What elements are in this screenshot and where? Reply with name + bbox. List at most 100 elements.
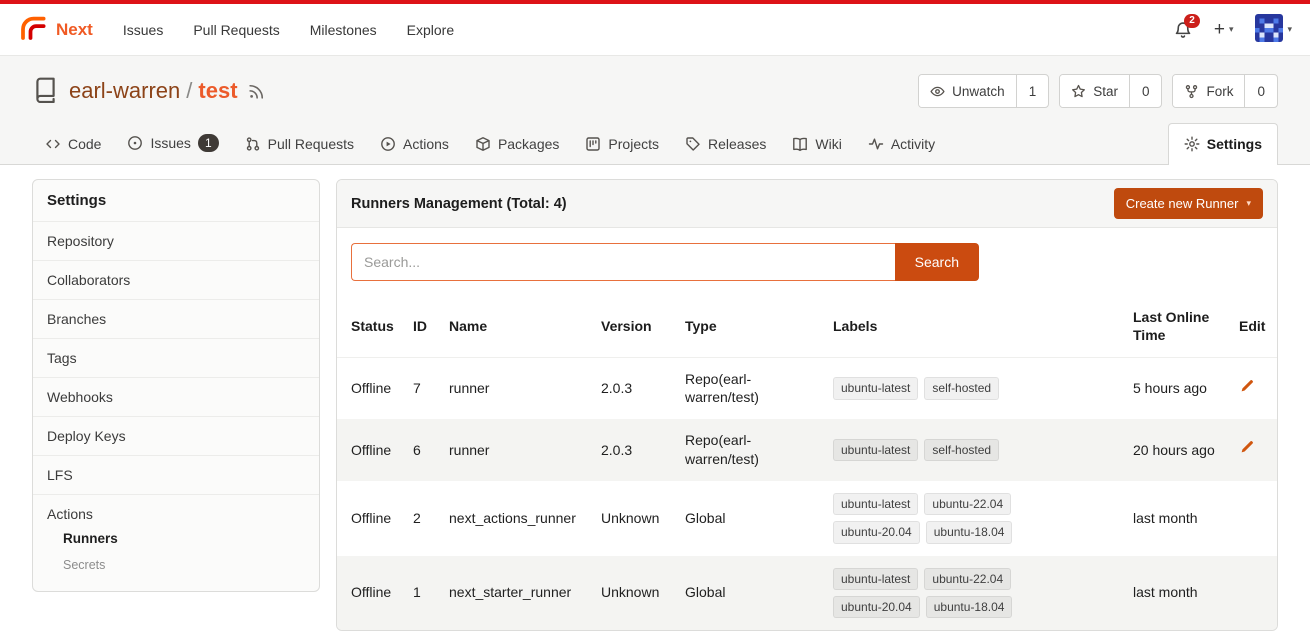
eye-icon <box>930 84 945 99</box>
sidebar-item-repository[interactable]: Repository <box>33 222 319 261</box>
runner-labels: ubuntu-latest self-hosted <box>833 377 1033 399</box>
edit-runner-button[interactable] <box>1239 440 1254 460</box>
col-edit: Edit <box>1231 296 1277 357</box>
repo-actions: Unwatch 1 Star 0 Fork 0 <box>918 74 1278 108</box>
tab-label: Wiki <box>815 136 841 152</box>
tab-label: Actions <box>403 136 449 152</box>
create-menu-button[interactable]: + ▾ <box>1214 20 1234 39</box>
runner-last-online: last month <box>1125 556 1231 630</box>
runner-labels: ubuntu-latest self-hosted <box>833 439 1033 461</box>
navbar-links: Issues Pull Requests Milestones Explore <box>123 22 454 38</box>
label-chip: self-hosted <box>924 377 999 399</box>
runner-status: Offline <box>337 419 405 481</box>
runner-labels: ubuntu-latest ubuntu-22.04 ubuntu-20.04 … <box>833 568 1033 618</box>
nav-issues-link[interactable]: Issues <box>123 22 163 38</box>
book-open-icon <box>792 136 808 152</box>
watchers-count[interactable]: 1 <box>1016 75 1049 107</box>
forks-count[interactable]: 0 <box>1244 75 1277 107</box>
table-row: Offline 7 runner 2.0.3 Repo(earl-warren/… <box>337 357 1277 419</box>
sidebar-item-lfs[interactable]: LFS <box>33 456 319 495</box>
tab-pull-requests[interactable]: Pull Requests <box>232 124 367 164</box>
user-menu-button[interactable]: ▾ <box>1255 14 1292 45</box>
star-button[interactable]: Star <box>1060 75 1129 107</box>
create-runner-button[interactable]: Create new Runner ▾ <box>1114 188 1263 219</box>
col-id: ID <box>405 296 441 357</box>
sidebar-item-secrets[interactable]: Secrets <box>63 553 305 577</box>
tab-label: Pull Requests <box>268 136 354 152</box>
home-link[interactable]: Next <box>18 13 93 46</box>
tab-issues[interactable]: Issues 1 <box>114 122 231 164</box>
tab-label: Activity <box>891 136 935 152</box>
sidebar-item-tags[interactable]: Tags <box>33 339 319 378</box>
nav-milestones-link[interactable]: Milestones <box>310 22 377 38</box>
repo-owner-link[interactable]: earl-warren <box>69 78 180 104</box>
code-icon <box>45 136 61 152</box>
tab-packages[interactable]: Packages <box>462 124 572 164</box>
sidebar-item-actions[interactable]: Actions <box>47 506 93 522</box>
unwatch-button[interactable]: Unwatch <box>919 75 1016 107</box>
sidebar-item-branches[interactable]: Branches <box>33 300 319 339</box>
tab-code[interactable]: Code <box>32 124 114 164</box>
fork-button[interactable]: Fork <box>1173 75 1244 107</box>
tab-actions[interactable]: Actions <box>367 124 462 164</box>
tab-settings[interactable]: Settings <box>1168 123 1278 165</box>
runner-last-online: 5 hours ago <box>1125 357 1231 419</box>
runner-status: Offline <box>337 357 405 419</box>
repo-header-section: earl-warren / test Unwatch 1 Star 0 <box>0 56 1310 165</box>
runner-name: runner <box>441 419 593 481</box>
runner-labels: ubuntu-latest ubuntu-22.04 ubuntu-20.04 … <box>833 493 1033 543</box>
edit-runner-button[interactable] <box>1239 379 1254 399</box>
rss-feed-icon[interactable] <box>248 83 265 100</box>
tab-label: Code <box>68 136 101 152</box>
page-content: Settings Repository Collaborators Branch… <box>0 165 1310 631</box>
label-chip: ubuntu-22.04 <box>924 493 1011 515</box>
runners-table: Status ID Name Version Type Labels Last … <box>337 296 1277 630</box>
nav-pull-requests-link[interactable]: Pull Requests <box>193 22 279 38</box>
runner-name: runner <box>441 357 593 419</box>
tab-activity[interactable]: Activity <box>855 124 948 164</box>
sidebar-item-collaborators[interactable]: Collaborators <box>33 261 319 300</box>
table-row: Offline 2 next_actions_runner Unknown Gl… <box>337 481 1277 555</box>
pull-request-icon <box>245 136 261 152</box>
label-chip: ubuntu-latest <box>833 493 918 515</box>
search-button[interactable]: Search <box>895 243 979 281</box>
runner-version: Unknown <box>593 556 677 630</box>
fork-icon <box>1184 84 1199 99</box>
search-row: Search <box>337 228 1277 296</box>
label-chip: ubuntu-20.04 <box>833 596 920 618</box>
sidebar-item-runners[interactable]: Runners <box>63 526 305 551</box>
label-chip: ubuntu-18.04 <box>926 521 1013 543</box>
unwatch-label: Unwatch <box>952 84 1005 99</box>
notifications-button[interactable]: 2 <box>1174 21 1192 39</box>
caret-down-icon: ▾ <box>1287 25 1292 34</box>
search-input[interactable] <box>351 243 895 281</box>
col-labels: Labels <box>825 296 1125 357</box>
col-last-online: Last Online Time <box>1125 296 1231 357</box>
repo-name-link[interactable]: test <box>198 78 237 104</box>
tab-wiki[interactable]: Wiki <box>779 124 854 164</box>
stars-count[interactable]: 0 <box>1129 75 1162 107</box>
table-row: Offline 6 runner 2.0.3 Repo(earl-warren/… <box>337 419 1277 481</box>
nav-explore-link[interactable]: Explore <box>407 22 454 38</box>
avatar <box>1255 14 1283 45</box>
col-type: Type <box>677 296 825 357</box>
sidebar-section-actions: Actions Runners Secrets <box>33 495 319 591</box>
runner-type: Global <box>677 556 825 630</box>
sidebar-item-deploy-keys[interactable]: Deploy Keys <box>33 417 319 456</box>
pulse-icon <box>868 136 884 152</box>
watch-group: Unwatch 1 <box>918 74 1049 108</box>
table-row: Offline 1 next_starter_runner Unknown Gl… <box>337 556 1277 630</box>
runner-id: 1 <box>405 556 441 630</box>
tab-projects[interactable]: Projects <box>572 124 672 164</box>
panel-title: Runners Management (Total: 4) <box>351 196 567 212</box>
col-name: Name <box>441 296 593 357</box>
tab-releases[interactable]: Releases <box>672 124 779 164</box>
brand-name: Next <box>56 20 93 40</box>
sidebar-item-webhooks[interactable]: Webhooks <box>33 378 319 417</box>
runner-type: Repo(earl-warren/test) <box>677 357 825 419</box>
tab-label: Releases <box>708 136 766 152</box>
tab-label: Projects <box>608 136 659 152</box>
runners-panel: Runners Management (Total: 4) Create new… <box>336 179 1278 631</box>
plus-icon: + <box>1214 20 1225 39</box>
runner-version: 2.0.3 <box>593 419 677 481</box>
